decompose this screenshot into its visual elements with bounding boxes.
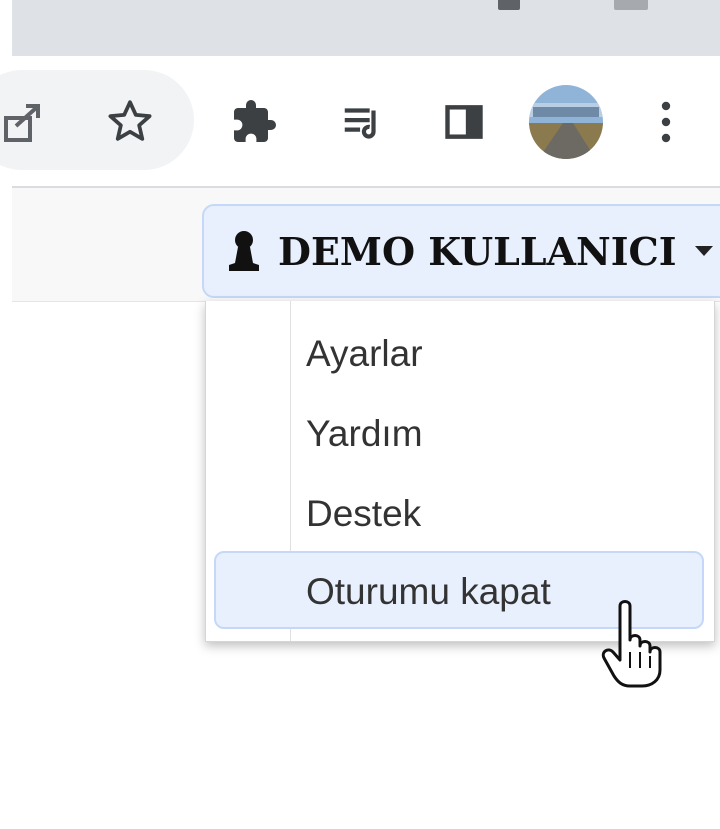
hand-pointer-cursor-icon	[601, 600, 662, 688]
maximize-control[interactable]	[614, 0, 648, 10]
bookmark-star-icon[interactable]	[102, 94, 158, 150]
share-icon[interactable]	[0, 96, 50, 146]
chevron-down-icon	[694, 246, 713, 256]
user-menu-button[interactable]: DEMO KULLANICI	[202, 204, 720, 298]
profile-avatar-icon[interactable]	[526, 82, 606, 162]
media-queue-icon[interactable]	[334, 94, 390, 150]
browser-tab-strip	[0, 0, 720, 56]
menu-item-support[interactable]: Destek	[306, 493, 421, 535]
user-icon	[229, 231, 259, 271]
more-menu-icon[interactable]	[646, 94, 686, 150]
username-label: DEMO KULLANICI	[278, 228, 677, 274]
menu-item-help[interactable]: Yardım	[306, 413, 423, 455]
side-panel-icon[interactable]	[436, 94, 492, 150]
extensions-puzzle-icon[interactable]	[226, 94, 282, 150]
menu-item-logout[interactable]: Oturumu kapat	[306, 571, 551, 613]
browser-toolbar	[0, 56, 720, 186]
tab-strip-edge	[0, 0, 12, 56]
user-dropdown-menu: Ayarlar Yardım Destek Oturumu kapat	[205, 301, 715, 642]
minimize-control[interactable]	[498, 0, 520, 10]
menu-item-settings[interactable]: Ayarlar	[306, 333, 423, 375]
